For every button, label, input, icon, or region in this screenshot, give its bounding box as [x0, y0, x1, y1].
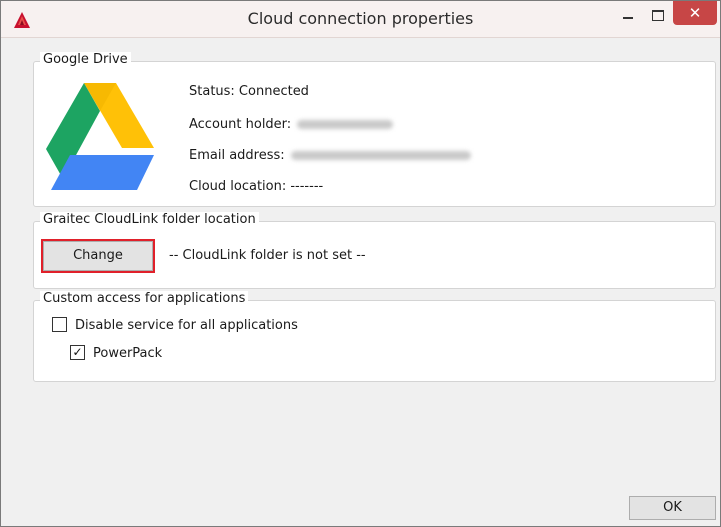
- maximize-icon: [652, 10, 664, 21]
- ok-button[interactable]: OK: [629, 496, 716, 520]
- cloudlink-folder-status: -- CloudLink folder is not set --: [169, 248, 366, 263]
- account-holder-label: Account holder:: [189, 117, 292, 132]
- change-folder-button[interactable]: Change: [43, 241, 153, 271]
- group-label-custom-access: Custom access for applications: [40, 291, 249, 307]
- minimize-button[interactable]: [614, 1, 642, 27]
- dialog-window: Cloud connection properties ✕ Google Dri…: [0, 0, 721, 527]
- window-title: Cloud connection properties: [247, 9, 474, 28]
- custom-access-group: Custom access for applications Disable s…: [33, 291, 716, 382]
- google-drive-logo-icon: [46, 83, 154, 190]
- maximize-button[interactable]: [644, 1, 672, 27]
- powerpack-label: PowerPack: [93, 346, 163, 361]
- close-icon: ✕: [688, 4, 702, 22]
- powerpack-checkbox[interactable]: ✓: [70, 345, 85, 360]
- powerpack-row[interactable]: ✓ PowerPack: [70, 345, 163, 362]
- email-address-label: Email address:: [189, 148, 285, 163]
- close-button[interactable]: ✕: [673, 1, 717, 25]
- email-address-value-redacted: [290, 151, 471, 160]
- group-label-google-drive: Google Drive: [40, 52, 131, 68]
- cloudlink-folder-group: Graitec CloudLink folder location Change…: [33, 212, 716, 289]
- email-address-row: Email address:: [189, 148, 471, 164]
- minimize-icon: [623, 17, 633, 19]
- disable-service-label: Disable service for all applications: [75, 318, 298, 333]
- status-text: Status: Connected: [189, 84, 309, 99]
- account-holder-value-redacted: [297, 120, 394, 129]
- title-bar[interactable]: Cloud connection properties ✕: [1, 1, 720, 38]
- cloud-location-text: Cloud location: -------: [189, 179, 324, 194]
- account-holder-row: Account holder:: [189, 117, 394, 133]
- disable-service-checkbox[interactable]: [52, 317, 67, 332]
- google-drive-group: Google Drive Status: Connected Account h…: [33, 52, 716, 207]
- group-label-cloudlink: Graitec CloudLink folder location: [40, 212, 259, 228]
- disable-service-row[interactable]: Disable service for all applications: [52, 317, 298, 334]
